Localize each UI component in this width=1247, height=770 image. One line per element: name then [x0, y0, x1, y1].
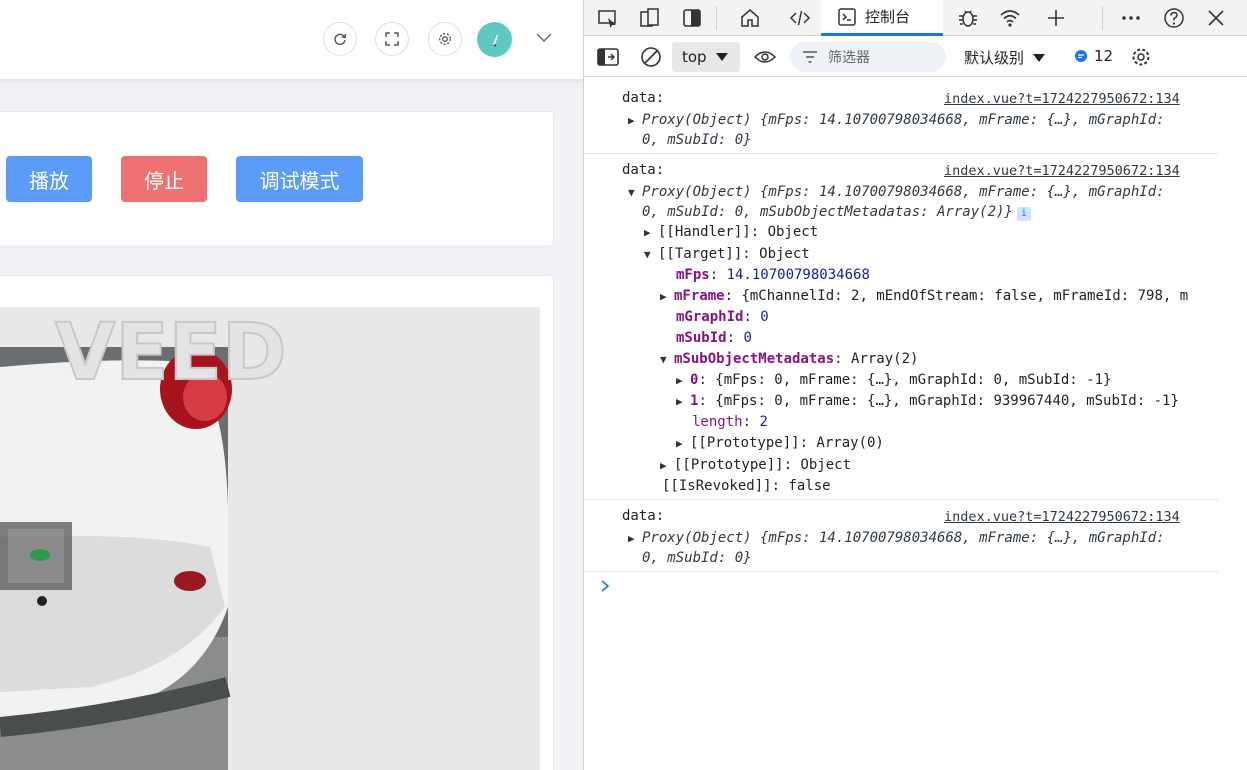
- console-toolbar: top 筛选器 默认级别 12: [584, 37, 1247, 77]
- plus-icon: [1048, 10, 1064, 26]
- tree-handler[interactable]: ▶ [[Handler]]: Object: [644, 224, 818, 240]
- video-frame: VEED: [0, 307, 540, 770]
- expand-arrow-icon[interactable]: ▶: [628, 532, 642, 545]
- console-message: data: index.vue?t=1724227950672:134 ▶ Pro…: [584, 502, 1218, 572]
- tab-elements[interactable]: [786, 4, 814, 32]
- tree-mfps: mFps: 14.10700798034668: [676, 267, 870, 283]
- debug-mode-button[interactable]: 调试模式: [236, 156, 363, 202]
- tree-mframe[interactable]: ▶ mFrame: {mChannelId: 2, mEndOfStream: f…: [660, 288, 1188, 304]
- source-link[interactable]: index.vue?t=1724227950672:134: [944, 163, 1180, 179]
- object-summary-cont: 0, mSubId: 0}: [642, 550, 752, 566]
- object-summary[interactable]: ▶ Proxy(Object) {mFps: 14.10700798034668,…: [628, 530, 1165, 546]
- object-summary-cont: 0, mSubId: 0}: [642, 132, 752, 148]
- message-label: data:: [622, 508, 665, 524]
- console-icon: [838, 7, 856, 26]
- dock-side-button[interactable]: [680, 4, 704, 32]
- devtools-tabbar: 控制台: [584, 0, 1247, 36]
- console-output: data: index.vue?t=1724227950672:134 ▶ Pro…: [584, 78, 1247, 770]
- app-header: [0, 0, 583, 80]
- user-avatar-icon: [492, 34, 498, 46]
- filter-icon: [803, 51, 817, 63]
- log-level-select[interactable]: 默认级别: [964, 47, 1046, 68]
- tab-console[interactable]: 控制台: [821, 0, 943, 36]
- fullscreen-button[interactable]: [375, 22, 409, 56]
- tab-sources[interactable]: [954, 4, 982, 32]
- caret-down-icon: [1033, 53, 1046, 62]
- tree-item-0[interactable]: ▶ 0: {mFps: 0, mFrame: {…}, mGraphId: 0, …: [676, 372, 1111, 388]
- source-link[interactable]: index.vue?t=1724227950672:134: [944, 509, 1180, 525]
- car-image: VEED: [0, 307, 540, 770]
- object-summary[interactable]: ▼ Proxy(Object) {mFps: 14.10700798034668,…: [628, 184, 1165, 200]
- tab-welcome[interactable]: [736, 4, 764, 32]
- message-count-badge[interactable]: 12: [1074, 47, 1113, 65]
- caret-down-icon: [715, 53, 728, 61]
- device-emulation-button[interactable]: [638, 4, 662, 32]
- more-icon: [1122, 16, 1140, 20]
- chevron-down-icon[interactable]: [533, 29, 555, 47]
- object-summary[interactable]: ▶ Proxy(Object) {mFps: 14.10700798034668,…: [628, 112, 1165, 128]
- close-devtools-button[interactable]: [1202, 4, 1230, 32]
- close-icon: [1208, 10, 1224, 26]
- collapse-arrow-icon[interactable]: ▼: [628, 186, 642, 199]
- clear-console-icon[interactable]: [640, 46, 662, 68]
- gear-icon: [439, 33, 451, 45]
- panel-icon: [683, 9, 701, 27]
- gear-icon[interactable]: [1130, 46, 1152, 68]
- app-panel: 播放 停止 调试模式 VEED: [0, 0, 583, 770]
- sidebar-toggle-icon[interactable]: [597, 47, 619, 67]
- wifi-icon: [1000, 10, 1020, 27]
- tree-isrevoked: [[IsRevoked]]: false: [662, 478, 831, 494]
- eye-icon[interactable]: [753, 48, 777, 66]
- log-level-value: 默认级别: [964, 49, 1025, 67]
- help-icon: [1164, 8, 1184, 28]
- tree-mgraphid: mGraphId: 0: [676, 309, 769, 325]
- tree-item-1[interactable]: ▶ 1: {mFps: 0, mFrame: {…}, mGraphId: 939…: [676, 393, 1179, 409]
- object-summary-cont: 0, mSubId: 0, mSubObjectMetadatas: Array…: [642, 204, 1031, 221]
- tree-msubobjectmetadatas[interactable]: ▼ mSubObjectMetadatas: Array(2): [660, 351, 918, 367]
- filter-input[interactable]: 筛选器: [790, 42, 946, 72]
- message-count: 12: [1094, 47, 1114, 65]
- message-label: data:: [622, 90, 665, 106]
- add-tab-button[interactable]: [1042, 4, 1070, 32]
- bug-icon: [959, 10, 977, 27]
- console-message: data: index.vue?t=1724227950672:134 ▶ Pro…: [584, 84, 1218, 154]
- console-message: data: index.vue?t=1724227950672:134 ▼ Pro…: [584, 156, 1218, 500]
- tree-prototype-object[interactable]: ▶ [[Prototype]]: Object: [660, 457, 851, 473]
- help-button[interactable]: [1160, 4, 1188, 32]
- avatar[interactable]: [477, 22, 512, 57]
- play-button[interactable]: 播放: [6, 156, 92, 202]
- code-icon: [789, 10, 811, 26]
- tree-length: length: 2: [692, 414, 768, 430]
- filter-placeholder: 筛选器: [828, 50, 870, 66]
- stop-button[interactable]: 停止: [121, 156, 207, 202]
- tree-msubid: mSubId: 0: [676, 330, 752, 346]
- chevron-right-icon: [601, 580, 610, 592]
- divider: [1102, 6, 1103, 30]
- info-icon[interactable]: i: [1016, 207, 1031, 221]
- tree-target[interactable]: ▼ [[Target]]: Object: [644, 246, 810, 262]
- refresh-button[interactable]: [323, 22, 357, 56]
- source-link[interactable]: index.vue?t=1724227950672:134: [944, 91, 1180, 107]
- settings-button[interactable]: [428, 22, 462, 56]
- fullscreen-icon: [385, 32, 399, 46]
- inspect-icon: [598, 10, 616, 28]
- home-icon: [741, 9, 759, 27]
- context-select[interactable]: top: [672, 42, 740, 72]
- context-value: top: [682, 48, 707, 66]
- tab-console-label: 控制台: [865, 8, 911, 26]
- console-prompt[interactable]: [600, 578, 610, 597]
- divider: [716, 6, 717, 30]
- video-overlay-text: VEED: [55, 308, 287, 398]
- message-icon: [1075, 50, 1087, 62]
- tree-prototype-array[interactable]: ▶ [[Prototype]]: Array(0): [676, 435, 884, 451]
- expand-arrow-icon[interactable]: ▶: [628, 114, 642, 127]
- inspect-element-button[interactable]: [596, 4, 620, 32]
- devtools-panel: 控制台 top 筛选器 默认级别 12 data: index.vue?t=17…: [583, 0, 1247, 770]
- tab-network[interactable]: [996, 4, 1024, 32]
- refresh-icon: [334, 33, 347, 45]
- message-label: data:: [622, 162, 665, 178]
- device-icon: [640, 8, 659, 27]
- more-options-button[interactable]: [1117, 4, 1145, 32]
